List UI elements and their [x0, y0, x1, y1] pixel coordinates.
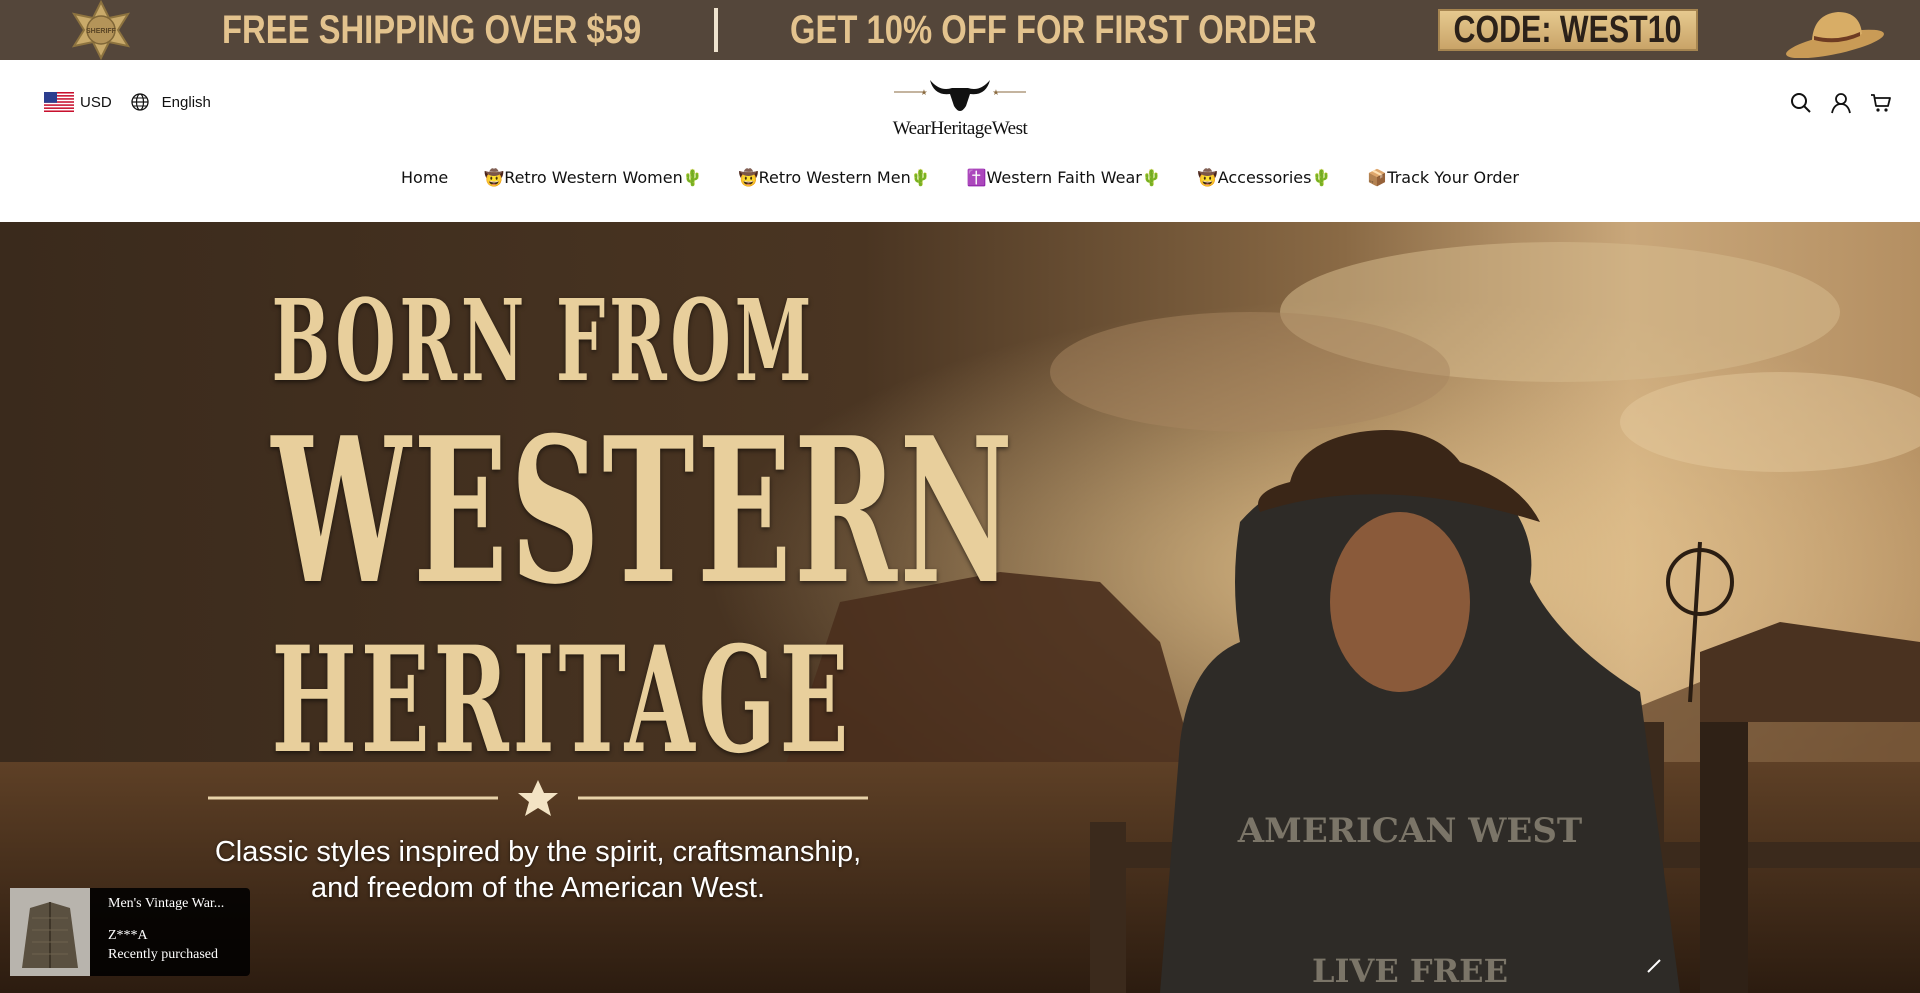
- hero-title-line-3: HERITAGE: [271, 615, 853, 786]
- promo-code-badge: CODE: WEST10: [1438, 9, 1698, 51]
- logo-wordmark: WearHeritageWest: [892, 118, 1028, 139]
- nav-item-accessories[interactable]: 🤠Accessories🌵: [1180, 168, 1350, 187]
- hero-title-line-2: WESTERN: [271, 394, 1016, 629]
- star-divider: [208, 780, 868, 816]
- popup-info: Men's Vintage War... Z***A Recently purc…: [90, 888, 224, 976]
- nav-item-track-order[interactable]: 📦Track Your Order: [1349, 168, 1537, 187]
- site-logo[interactable]: ★ ★ WearHeritageWest: [890, 70, 1030, 142]
- nav-item-retro-western-women[interactable]: 🤠Retro Western Women🌵: [466, 168, 720, 187]
- hero-subtitle: Classic styles inspired by the spirit, c…: [170, 834, 906, 906]
- svg-text:SHERIFF: SHERIFF: [86, 28, 117, 35]
- us-flag-icon[interactable]: [44, 92, 74, 112]
- popup-buyer: Z***A: [108, 928, 148, 943]
- nav-item-western-faith-wear[interactable]: ✝️Western Faith Wear🌵: [949, 168, 1180, 187]
- recent-purchase-popup[interactable]: Men's Vintage War... Z***A Recently purc…: [10, 888, 250, 976]
- language-selector[interactable]: English: [162, 94, 211, 111]
- hero-subtitle-line-1: Classic styles inspired by the spirit, c…: [214, 836, 862, 868]
- svg-text:★: ★: [992, 88, 999, 97]
- site-header: USD English ★ ★ WearHeritageWest Home 🤠R…: [0, 60, 1920, 222]
- star-icon: [518, 780, 558, 816]
- announcement-divider: [714, 8, 718, 52]
- main-navigation: Home 🤠Retro Western Women🌵 🤠Retro Wester…: [0, 168, 1920, 187]
- shirt-graphic-bottom: LIVE FREE: [1312, 952, 1508, 990]
- cursor-arrow-icon: [1647, 959, 1661, 973]
- search-icon[interactable]: [1790, 92, 1812, 114]
- promo-code-text: CODE: WEST10: [1453, 8, 1683, 51]
- account-icon[interactable]: [1830, 92, 1852, 114]
- nav-item-retro-western-men[interactable]: 🤠Retro Western Men🌵: [721, 168, 949, 187]
- currency-selector[interactable]: USD: [80, 94, 112, 111]
- header-actions: [1790, 92, 1892, 114]
- longhorn-skull-icon: ★ ★: [894, 80, 1026, 111]
- popup-status: Recently purchased: [108, 947, 219, 962]
- popup-product-name[interactable]: Men's Vintage War...: [108, 894, 224, 913]
- svg-text:★: ★: [920, 88, 927, 97]
- cowboy-hat-icon: [1786, 12, 1884, 58]
- nav-item-home[interactable]: Home: [383, 168, 466, 187]
- globe-icon[interactable]: [130, 92, 150, 112]
- product-thumbnail[interactable]: [10, 888, 90, 976]
- locale-selector: USD English: [44, 92, 211, 112]
- shirt-graphic-top: AMERICAN WEST: [1237, 811, 1582, 851]
- discount-text: GET 10% OFF FOR FIRST ORDER: [790, 8, 1317, 52]
- hero-subtitle-line-2: and freedom of the American West.: [310, 872, 766, 904]
- cart-icon[interactable]: [1870, 92, 1892, 114]
- hero-title-line-1: BORN FROM: [271, 276, 816, 407]
- free-shipping-text: FREE SHIPPING OVER $59: [222, 8, 642, 52]
- announcement-bar: SHERIFF FREE SHIPPING OVER $59 GET 10% O…: [0, 0, 1920, 60]
- sheriff-badge-icon: SHERIFF: [71, 0, 131, 60]
- hero-banner[interactable]: AMERICAN WEST LIVE FREE BORN FROM WESTER…: [0, 222, 1920, 993]
